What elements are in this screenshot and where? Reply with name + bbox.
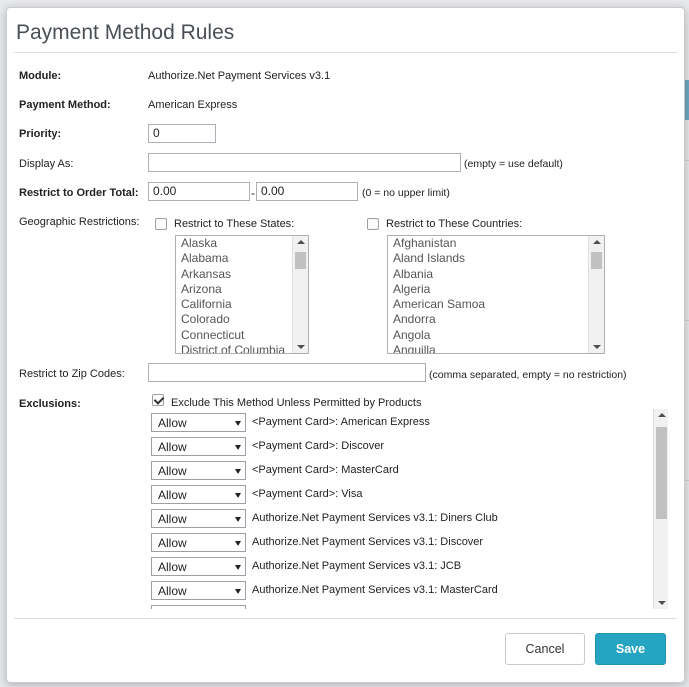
dropdown-caret-icon: [235, 565, 241, 570]
country-option[interactable]: Algeria: [388, 282, 604, 297]
exclusion-select[interactable]: Allow: [151, 533, 246, 552]
exclusions-label: Exclusions:: [19, 398, 81, 410]
exclusions-list: Allow <Payment Card>: American Express A…: [148, 409, 668, 609]
exclude-method-checkbox[interactable]: [152, 394, 164, 406]
dropdown-caret-icon: [235, 589, 241, 594]
exclusion-select[interactable]: [151, 605, 246, 609]
zip-hint: (comma separated, empty = no restriction…: [429, 369, 627, 381]
exclusion-label: <Payment Card>: Discover: [252, 440, 385, 452]
states-scrollbar[interactable]: [292, 236, 308, 353]
exclusion-label: <Payment Card>: Visa: [252, 488, 363, 500]
scroll-down-icon[interactable]: [593, 345, 601, 349]
scroll-thumb[interactable]: [656, 427, 667, 519]
zip-input[interactable]: [148, 363, 426, 382]
country-option[interactable]: Afghanistan: [388, 236, 604, 251]
order-total-max-input[interactable]: 0.00: [256, 182, 358, 201]
exclusion-select[interactable]: Allow: [151, 461, 246, 480]
state-option[interactable]: California: [176, 297, 308, 312]
save-button[interactable]: Save: [595, 633, 666, 665]
display-as-input[interactable]: [148, 153, 461, 172]
exclusion-select[interactable]: Allow: [151, 413, 246, 432]
exclusion-label: Authorize.Net Payment Services v3.1: Mas…: [252, 584, 498, 596]
state-option[interactable]: Arkansas: [176, 267, 308, 282]
order-total-hint: (0 = no upper limit): [362, 187, 450, 199]
exclusion-row: Allow Authorize.Net Payment Services v3.…: [151, 533, 651, 553]
country-option[interactable]: Angola: [388, 328, 604, 343]
exclusion-label: Authorize.Net Payment Services v3.1: Dis…: [252, 536, 484, 548]
exclusion-label: <Payment Card>: American Express: [252, 416, 430, 428]
state-option[interactable]: Colorado: [176, 312, 308, 327]
display-as-label: Display As:: [19, 158, 74, 170]
order-total-min-input[interactable]: 0.00: [148, 182, 250, 201]
state-option[interactable]: Connecticut: [176, 328, 308, 343]
exclusions-scrollbar[interactable]: [653, 409, 668, 609]
restrict-countries-checkbox[interactable]: [367, 218, 379, 230]
scroll-thumb[interactable]: [591, 252, 602, 269]
dropdown-caret-icon: [235, 493, 241, 498]
exclusion-row: Allow <Payment Card>: American Express: [151, 413, 651, 433]
exclusion-row: Allow Authorize.Net Payment Services v3.…: [151, 509, 651, 529]
exclusion-select[interactable]: Allow: [151, 437, 246, 456]
exclusion-select[interactable]: Allow: [151, 509, 246, 528]
country-option[interactable]: Andorra: [388, 312, 604, 327]
scroll-down-icon[interactable]: [297, 345, 305, 349]
dropdown-caret-icon: [235, 517, 241, 522]
exclusion-row: Allow <Payment Card>: MasterCard: [151, 461, 651, 481]
exclusion-row: Allow <Payment Card>: Discover: [151, 437, 651, 457]
dialog-title: Payment Method Rules: [16, 21, 235, 44]
dropdown-caret-icon: [235, 445, 241, 450]
payment-method-rules-dialog: Payment Method Rules Module: Authorize.N…: [6, 7, 685, 683]
country-option[interactable]: American Samoa: [388, 297, 604, 312]
priority-label: Priority:: [19, 128, 62, 140]
states-listbox[interactable]: Alaska Alabama Arkansas Arizona Californ…: [175, 235, 309, 354]
exclude-method-label: Exclude This Method Unless Permitted by …: [171, 397, 422, 409]
restrict-countries-label: Restrict to These Countries:: [386, 218, 523, 230]
module-value: Authorize.Net Payment Services v3.1: [148, 70, 331, 82]
module-label: Module:: [19, 70, 62, 82]
state-option[interactable]: District of Columbia: [176, 343, 308, 353]
geo-label: Geographic Restrictions:: [19, 216, 140, 228]
zip-label: Restrict to Zip Codes:: [19, 368, 125, 380]
payment-method-value: American Express: [148, 99, 238, 111]
restrict-states-label: Restrict to These States:: [174, 218, 295, 230]
payment-method-label: Payment Method:: [19, 99, 111, 111]
scroll-down-icon[interactable]: [658, 601, 666, 605]
country-option[interactable]: Anguilla: [388, 343, 604, 353]
dropdown-caret-icon: [235, 421, 241, 426]
exclusion-row: Allow Authorize.Net Payment Services v3.…: [151, 581, 651, 601]
priority-input[interactable]: 0: [148, 124, 216, 143]
country-option[interactable]: Albania: [388, 267, 604, 282]
scroll-up-icon[interactable]: [593, 240, 601, 244]
exclusion-label: Authorize.Net Payment Services v3.1: Din…: [252, 512, 498, 524]
countries-scrollbar[interactable]: [588, 236, 604, 353]
state-option[interactable]: Arizona: [176, 282, 308, 297]
restrict-states-checkbox[interactable]: [155, 218, 167, 230]
exclusion-label: Authorize.Net Payment Services v3.1: JCB: [252, 560, 462, 572]
order-total-separator: -: [251, 186, 255, 200]
scroll-up-icon[interactable]: [658, 413, 666, 417]
exclusion-select[interactable]: Allow: [151, 485, 246, 504]
countries-listbox[interactable]: Afghanistan Aland Islands Albania Algeri…: [387, 235, 605, 354]
footer-divider: [14, 618, 677, 619]
state-option[interactable]: Alaska: [176, 236, 308, 251]
display-as-hint: (empty = use default): [464, 158, 563, 170]
exclusion-row: [151, 605, 651, 609]
exclusion-label: <Payment Card>: MasterCard: [252, 464, 399, 476]
cancel-button[interactable]: Cancel: [505, 633, 585, 665]
title-divider: [14, 52, 677, 53]
scroll-up-icon[interactable]: [297, 240, 305, 244]
dropdown-caret-icon: [235, 541, 241, 546]
state-option[interactable]: Alabama: [176, 251, 308, 266]
exclusion-row: Allow <Payment Card>: Visa: [151, 485, 651, 505]
exclusion-select[interactable]: Allow: [151, 581, 246, 600]
scroll-thumb[interactable]: [295, 252, 306, 269]
exclusion-row: Allow Authorize.Net Payment Services v3.…: [151, 557, 651, 577]
exclusion-select[interactable]: Allow: [151, 557, 246, 576]
order-total-label: Restrict to Order Total:: [19, 187, 139, 199]
dropdown-caret-icon: [235, 469, 241, 474]
country-option[interactable]: Aland Islands: [388, 251, 604, 266]
